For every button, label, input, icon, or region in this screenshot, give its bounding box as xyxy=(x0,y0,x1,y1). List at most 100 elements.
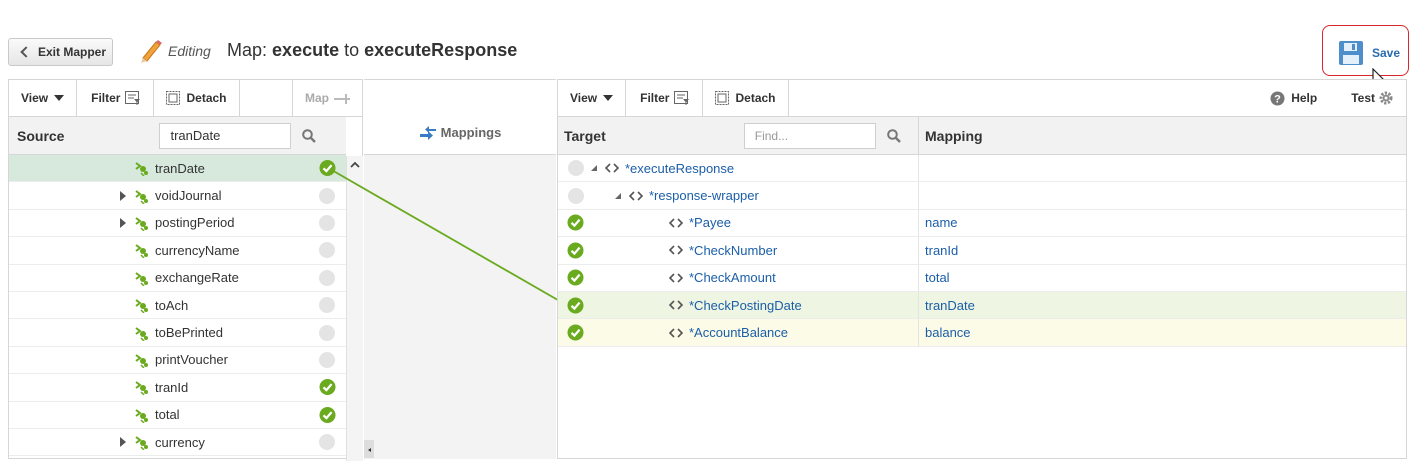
filter-label: Filter xyxy=(640,91,670,105)
source-scrollbar[interactable] xyxy=(346,156,363,461)
source-node-label: postingPeriod xyxy=(155,215,235,231)
help-button[interactable]: ? Help xyxy=(1258,80,1329,116)
target-title: Target xyxy=(564,127,606,144)
source-node-label: toAch xyxy=(155,297,189,313)
expander[interactable] xyxy=(120,217,128,228)
source-search-input[interactable] xyxy=(159,122,292,149)
target-node-label: *Payee xyxy=(689,215,731,231)
source-node-label: currencyName xyxy=(155,242,240,258)
source-node-label: printVoucher xyxy=(155,352,228,368)
target-row[interactable]: *executeResponse xyxy=(558,155,1406,183)
source-mapping-status xyxy=(319,406,336,423)
green-check-icon xyxy=(567,297,584,314)
target-node-label: *response-wrapper xyxy=(649,188,759,204)
source-filter-button[interactable]: Filter xyxy=(77,80,155,116)
source-mapping-status xyxy=(319,434,335,451)
unmapped-circle-icon xyxy=(319,187,335,204)
target-filter-button[interactable]: Filter xyxy=(626,80,704,116)
mappings-scroll-handle[interactable] xyxy=(364,440,374,458)
map-label: Map xyxy=(305,91,329,105)
angle-brackets-icon xyxy=(668,218,684,228)
target-view-menu[interactable]: View xyxy=(558,80,627,116)
xml-element-icon xyxy=(135,217,148,231)
source-row[interactable]: tranId xyxy=(9,374,346,402)
target-mapping-status xyxy=(567,324,584,341)
search-icon[interactable] xyxy=(886,128,901,143)
mappings-header: Mappings xyxy=(364,80,556,155)
target-mapping-status xyxy=(567,214,584,231)
expand-triangle-icon[interactable] xyxy=(120,217,126,228)
chevron-left-icon xyxy=(20,46,32,58)
scroll-up-icon[interactable] xyxy=(347,158,363,172)
search-icon[interactable] xyxy=(302,128,317,143)
xml-element-icon xyxy=(135,271,148,286)
expand-triangle-icon[interactable] xyxy=(120,437,126,448)
detach-icon xyxy=(166,91,181,105)
target-row[interactable]: *CheckAmount total xyxy=(558,264,1406,292)
page-title: Map: execute to executeResponse xyxy=(227,40,517,61)
expander[interactable] xyxy=(120,437,128,448)
target-node-label: *CheckAmount xyxy=(689,270,776,286)
filter-label: Filter xyxy=(91,91,121,105)
collapse-triangle-icon[interactable] xyxy=(614,192,622,200)
xml-element-icon xyxy=(135,189,148,204)
caret-down-icon xyxy=(54,95,65,101)
expander[interactable] xyxy=(120,190,128,201)
source-row[interactable]: toBePrinted xyxy=(9,319,346,347)
target-mapping-value[interactable]: tranDate xyxy=(925,298,975,313)
angle-brackets-icon xyxy=(668,245,684,255)
source-row[interactable]: printVoucher xyxy=(9,347,346,375)
target-search-input[interactable] xyxy=(743,122,876,149)
target-mapping-value[interactable]: tranId xyxy=(925,243,958,258)
target-mapping-value[interactable]: balance xyxy=(925,325,971,340)
detach-label: Detach xyxy=(186,91,227,105)
collapse-triangle-icon[interactable] xyxy=(590,164,598,172)
source-detach-button[interactable]: Detach xyxy=(154,80,240,116)
source-row[interactable]: total xyxy=(9,402,346,429)
unmapped-circle-icon xyxy=(319,324,335,341)
green-check-icon xyxy=(567,269,584,286)
target-mapping-value[interactable]: total xyxy=(925,270,950,285)
target-detach-button[interactable]: Detach xyxy=(703,80,789,116)
test-button[interactable]: Test xyxy=(1329,80,1406,116)
xml-element-icon xyxy=(135,299,148,314)
target-panel: View Filter Detach ? Help Test Target Fi… xyxy=(557,79,1407,459)
target-row[interactable]: *CheckNumber tranId xyxy=(558,237,1406,265)
source-view-menu[interactable]: View xyxy=(9,80,78,116)
gear-icon xyxy=(1379,91,1393,105)
target-node-cell: *Payee xyxy=(558,209,919,237)
target-row[interactable]: *response-wrapper xyxy=(558,182,1406,210)
source-mapping-status xyxy=(319,297,335,314)
target-row[interactable]: *CheckPostingDate tranDate xyxy=(558,291,1406,320)
help-label: Help xyxy=(1291,91,1318,105)
angle-brackets-icon xyxy=(604,163,620,173)
mappings-panel: Mappings xyxy=(364,79,556,459)
unmapped-circle-icon xyxy=(319,351,335,368)
source-panel: View Filter Detach Map Source tranDate t… xyxy=(8,79,363,461)
map-prefix: Map: xyxy=(227,40,268,60)
source-row[interactable]: voidJournal xyxy=(9,182,346,210)
editing-label: Editing xyxy=(168,43,211,59)
target-row[interactable]: *AccountBalance balance xyxy=(558,319,1406,347)
target-row[interactable]: *Payee name xyxy=(558,209,1406,238)
source-row[interactable]: toAch xyxy=(9,292,346,320)
source-row[interactable]: postingPeriod xyxy=(9,210,346,238)
save-button[interactable]: Save xyxy=(1338,40,1400,66)
collapse-toggle[interactable] xyxy=(614,192,624,200)
help-icon: ? xyxy=(1270,91,1285,105)
map-button[interactable]: Map xyxy=(292,80,362,116)
target-mapping-status xyxy=(567,160,584,177)
target-node-cell: *response-wrapper xyxy=(558,182,919,209)
source-header: Source xyxy=(9,117,346,155)
source-row[interactable]: currencyName xyxy=(9,237,346,265)
collapse-toggle[interactable] xyxy=(590,164,600,172)
source-row[interactable]: exchangeRate xyxy=(9,265,346,292)
target-mapping-value[interactable]: name xyxy=(925,215,958,230)
caret-down-icon xyxy=(603,95,614,101)
source-mapping-status xyxy=(319,324,335,341)
source-row[interactable]: tranDate xyxy=(9,155,346,183)
expand-triangle-icon[interactable] xyxy=(120,190,126,201)
exit-mapper-button[interactable]: Exit Mapper xyxy=(8,38,113,66)
source-row[interactable]: currency xyxy=(9,429,346,457)
